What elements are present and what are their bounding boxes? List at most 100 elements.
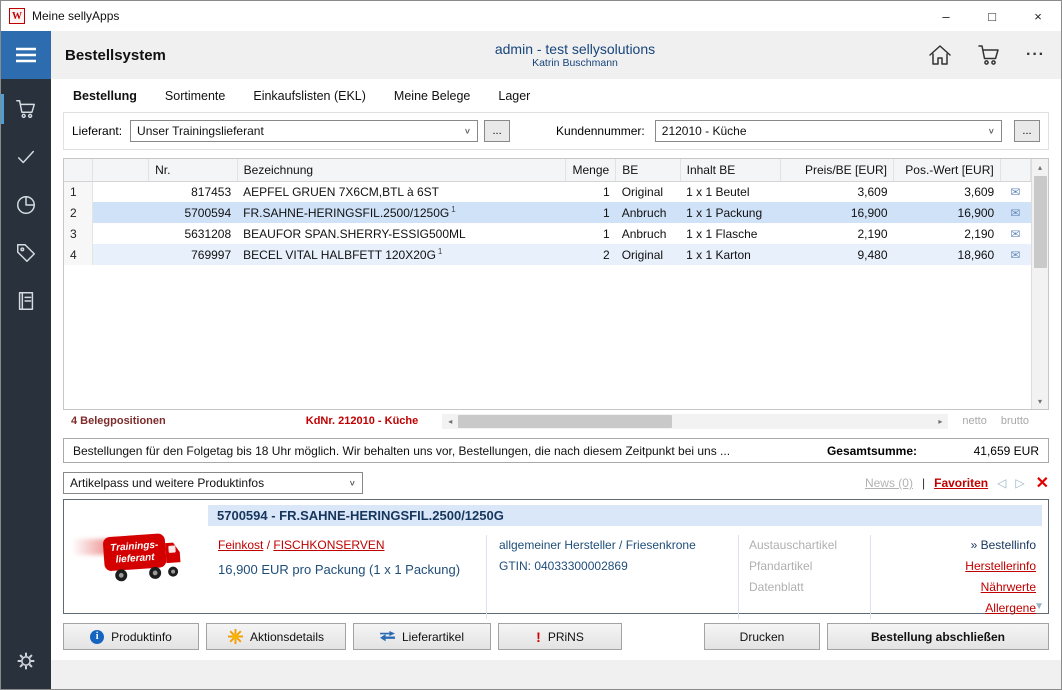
- kundennummer-select[interactable]: 212010 - Küche ∨: [655, 120, 1002, 142]
- tab-bar: Bestellung Sortimente Einkaufslisten (EK…: [63, 79, 1049, 112]
- mail-icon[interactable]: ✉: [1010, 227, 1020, 241]
- vertical-scrollbar[interactable]: ▴ ▾: [1031, 159, 1048, 409]
- home-icon[interactable]: [928, 44, 952, 66]
- filter-panel: Lieferant: Unser Trainingslieferant ∨ ..…: [63, 112, 1049, 150]
- scroll-left-icon[interactable]: ◂: [442, 417, 458, 426]
- tab-einkaufslisten[interactable]: Einkaufslisten (EKL): [253, 89, 366, 103]
- gear-icon: [16, 651, 36, 671]
- tab-meine-belege[interactable]: Meine Belege: [394, 89, 470, 103]
- cart-icon: [15, 98, 37, 120]
- pie-chart-icon: [15, 194, 37, 216]
- allergene-link[interactable]: Allergene: [871, 598, 1036, 619]
- prins-icon: !: [536, 629, 541, 645]
- scroll-right-icon[interactable]: ▸: [932, 417, 948, 426]
- table-row[interactable]: 1 817453 AEPFEL GRUEN 7X6CM,BTL à 6ST 1 …: [64, 181, 1031, 202]
- chevron-down-icon: ∨: [349, 479, 356, 488]
- bestellung-abschliessen-button[interactable]: Bestellung abschließen: [827, 623, 1049, 650]
- mail-icon[interactable]: ✉: [1010, 206, 1020, 220]
- hersteller-info: allgemeiner Hersteller / Friesenkrone: [499, 535, 726, 556]
- mail-icon[interactable]: ✉: [1010, 185, 1020, 199]
- category-link-feinkost[interactable]: Feinkost: [218, 538, 263, 552]
- sidebar-item-katalog[interactable]: [1, 283, 51, 319]
- sidebar: [1, 31, 51, 689]
- total-label: Gesamtsumme:: [827, 444, 917, 458]
- news-link[interactable]: News (0): [865, 476, 913, 490]
- lieferartikel-button[interactable]: Lieferartikel: [353, 623, 491, 650]
- maximize-button[interactable]: □: [969, 1, 1015, 31]
- prev-article-icon[interactable]: ◁: [997, 476, 1006, 490]
- gtin: GTIN: 04033300002869: [499, 556, 726, 577]
- price-tag-icon: [15, 242, 37, 264]
- scroll-down-icon[interactable]: ▾: [1032, 393, 1049, 409]
- scroll-up-icon[interactable]: ▴: [1032, 159, 1049, 175]
- mail-icon[interactable]: ✉: [1010, 248, 1020, 262]
- sidebar-item-bestellung[interactable]: [1, 91, 51, 127]
- settings-button[interactable]: [1, 643, 51, 679]
- app-header: Bestellsystem admin - test sellysolution…: [51, 31, 1061, 79]
- product-detail-panel: Trainings- lieferant 5700594 - FR.SAHNE-…: [63, 499, 1049, 614]
- chevron-down-icon: ∨: [988, 127, 995, 136]
- table-row[interactable]: 2 5700594 FR.SAHNE-HERINGSFIL.2500/1250G…: [64, 202, 1031, 223]
- naehrwerte-link[interactable]: Nährwerte: [871, 577, 1036, 598]
- truck-icon: Trainings- lieferant: [94, 524, 184, 590]
- drucken-button[interactable]: Drucken: [704, 623, 820, 650]
- category-link-fischkonserven[interactable]: FISCHKONSERVEN: [273, 538, 384, 552]
- account-name: admin - test sellysolutions: [275, 41, 875, 57]
- cart-icon[interactable]: [976, 43, 1002, 67]
- aktionsdetails-button[interactable]: Aktionsdetails: [206, 623, 346, 650]
- netto-label[interactable]: netto: [962, 415, 986, 427]
- footer-area: [51, 660, 1061, 689]
- close-panel-icon[interactable]: ✕: [1036, 473, 1049, 493]
- herstellerinfo-link[interactable]: Herstellerinfo: [871, 556, 1036, 577]
- produktinfo-button[interactable]: i Produktinfo: [63, 623, 199, 650]
- kundennummer-more-button[interactable]: ...: [1014, 120, 1040, 142]
- page-title: Bestellsystem: [65, 47, 275, 64]
- sidebar-item-check[interactable]: [1, 139, 51, 175]
- tab-sortimente[interactable]: Sortimente: [165, 89, 225, 103]
- scrollbar-thumb[interactable]: [1034, 176, 1047, 268]
- product-price: 16,900 EUR pro Packung (1 x 1 Packung): [218, 559, 476, 580]
- table-row[interactable]: 3 5631208 BEAUFOR SPAN.SHERRY-ESSIG500ML…: [64, 223, 1031, 244]
- panel-scroll-down-icon[interactable]: ▼: [1034, 601, 1044, 612]
- brutto-label[interactable]: brutto: [1001, 415, 1029, 427]
- grid-status-bar: 4 Belegpositionen KdNr. 212010 - Küche ◂…: [63, 412, 1049, 430]
- catalog-icon: [15, 290, 37, 312]
- positions-count: 4 Belegpositionen: [71, 415, 166, 427]
- tab-bestellung[interactable]: Bestellung: [73, 89, 137, 103]
- horizontal-scrollbar[interactable]: ◂ ▸: [442, 414, 948, 429]
- product-title: 5700594 - FR.SAHNE-HERINGSFIL.2500/1250G: [208, 505, 1042, 526]
- flag-pfandartikel: Pfandartikel: [749, 556, 860, 577]
- app-window: W Meine sellyApps – □ ×: [0, 0, 1062, 690]
- order-deadline-message: Bestellungen für den Folgetag bis 18 Uhr…: [73, 444, 815, 458]
- svg-text:lieferant: lieferant: [115, 551, 155, 565]
- account-info: admin - test sellysolutions Katrin Busch…: [275, 41, 875, 69]
- chevron-down-icon: ∨: [464, 127, 471, 136]
- minimize-button[interactable]: –: [923, 1, 969, 31]
- scrollbar-thumb[interactable]: [458, 415, 671, 428]
- more-menu-icon[interactable]: ···: [1026, 46, 1045, 64]
- product-info-select[interactable]: Artikelpass und weitere Produktinfos ∨: [63, 472, 363, 494]
- tab-lager[interactable]: Lager: [498, 89, 530, 103]
- app-icon: W: [9, 8, 25, 24]
- kdnr-status: KdNr. 212010 - Küche: [306, 415, 419, 427]
- close-button[interactable]: ×: [1015, 1, 1061, 31]
- titlebar: W Meine sellyApps – □ ×: [1, 1, 1061, 31]
- flag-austauschartikel: Austauschartikel: [749, 535, 860, 556]
- bestellinfo-link[interactable]: » Bestellinfo: [871, 535, 1036, 556]
- favoriten-link[interactable]: Favoriten: [934, 476, 988, 490]
- prins-button[interactable]: ! PRiNS: [498, 623, 622, 650]
- check-icon: [15, 146, 37, 168]
- separator: |: [922, 476, 925, 490]
- next-article-icon[interactable]: ▷: [1015, 476, 1024, 490]
- summary-bar: Bestellungen für den Folgetag bis 18 Uhr…: [63, 438, 1049, 463]
- lieferant-select[interactable]: Unser Trainingslieferant ∨: [130, 120, 478, 142]
- sidebar-item-preise[interactable]: [1, 235, 51, 271]
- sidebar-item-statistik[interactable]: [1, 187, 51, 223]
- menu-button[interactable]: [1, 31, 51, 79]
- lieferant-more-button[interactable]: ...: [484, 120, 510, 142]
- kundennummer-label: Kundennummer:: [556, 124, 645, 138]
- product-info-toolbar: Artikelpass und weitere Produktinfos ∨ N…: [63, 472, 1049, 494]
- table-row[interactable]: 4 769997 BECEL VITAL HALBFETT 120X20G1 2…: [64, 244, 1031, 265]
- swap-arrows-icon: [380, 630, 395, 644]
- flag-datenblatt: Datenblatt: [749, 577, 860, 598]
